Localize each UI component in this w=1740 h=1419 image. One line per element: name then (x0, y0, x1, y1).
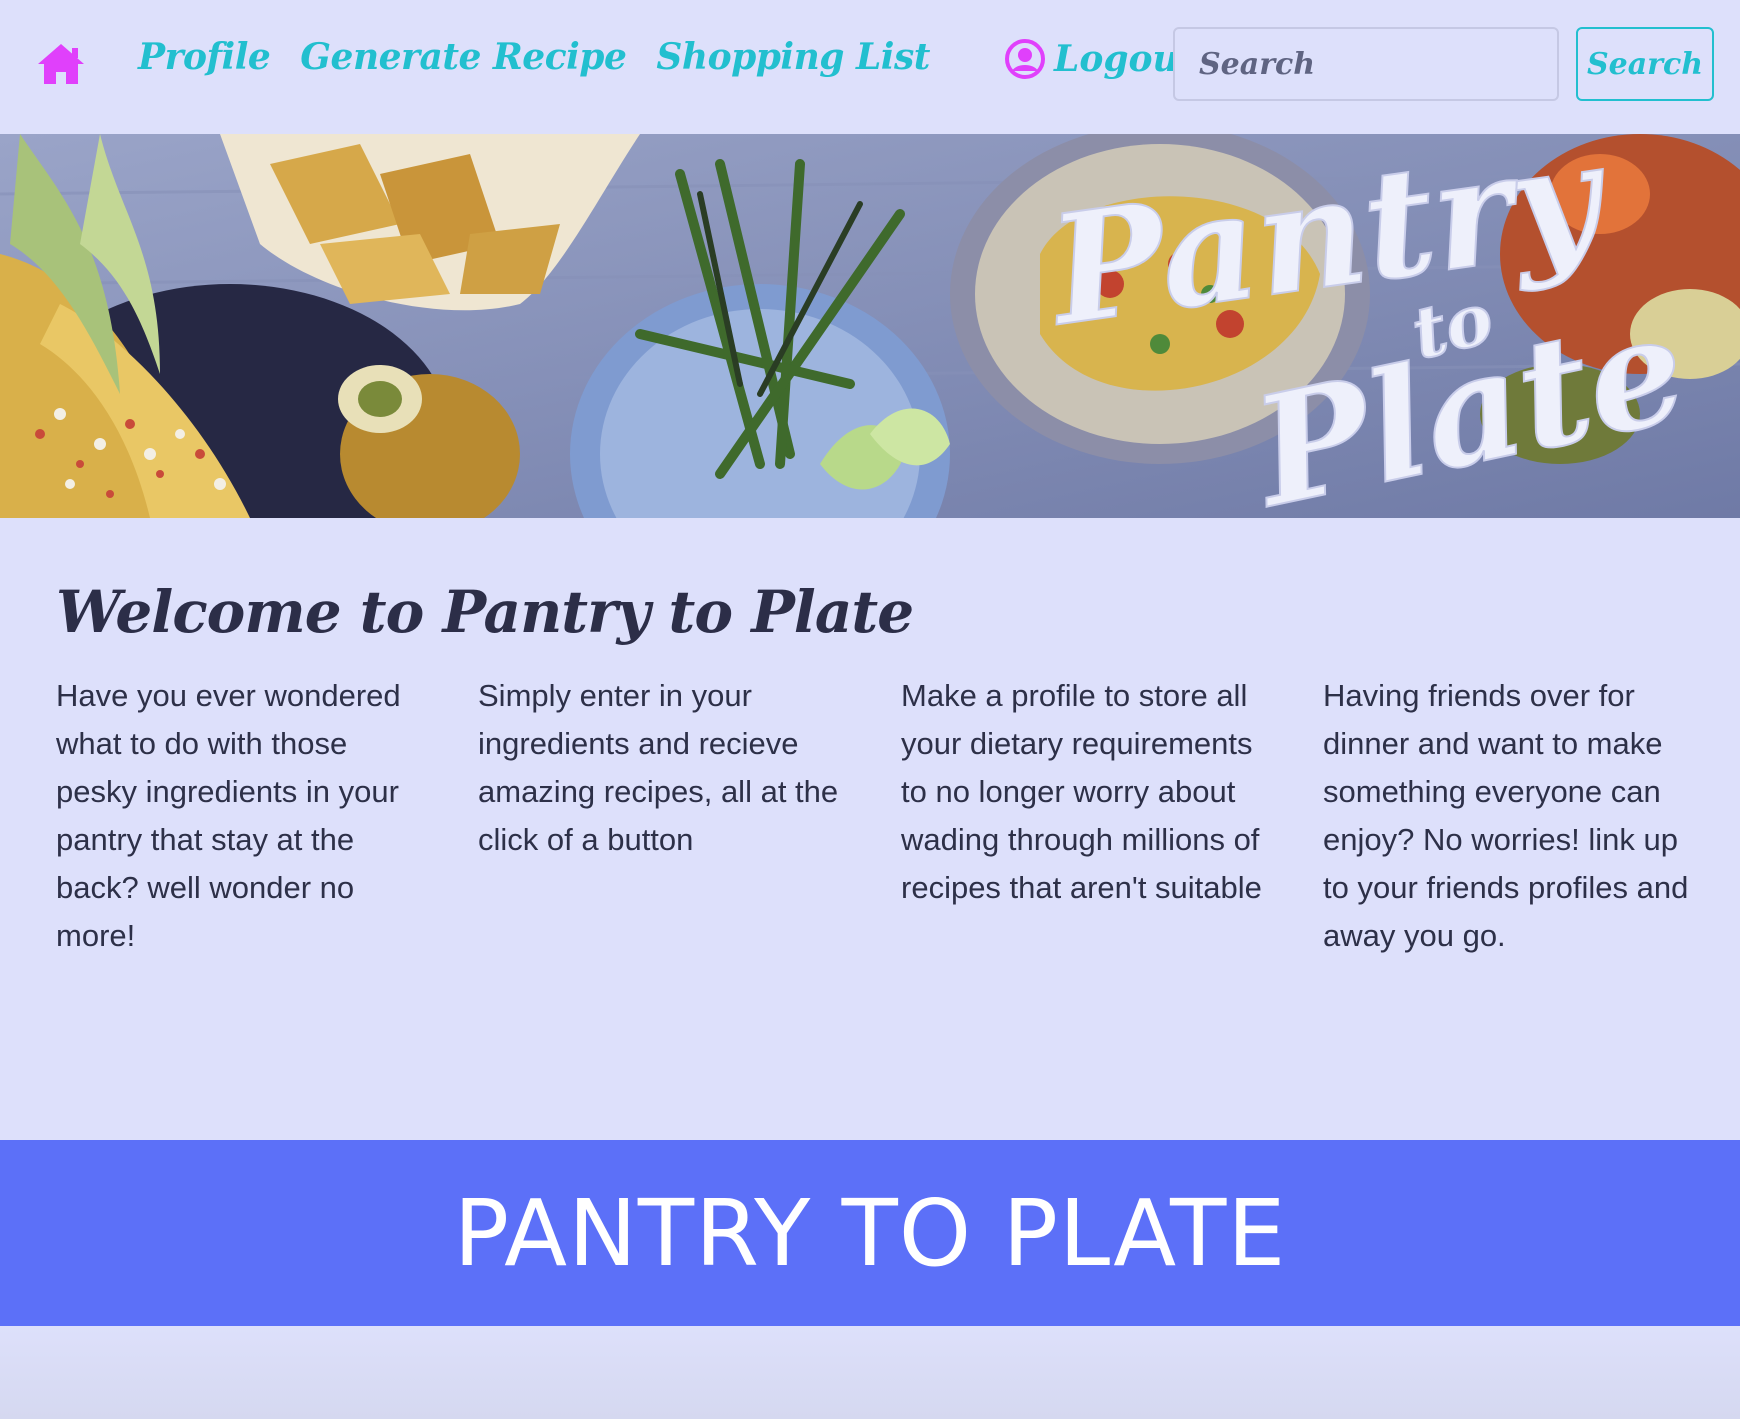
hero-image: Pantry to Plate (0, 134, 1740, 518)
footer-banner: PANTRY TO PLATE (0, 1140, 1740, 1326)
feature-text-4: Having friends over for dinner and want … (1323, 678, 1689, 953)
hero-banner: Pantry to Plate (0, 134, 1740, 518)
nav-link-profile[interactable]: Profile (138, 36, 271, 78)
search-button[interactable]: Search (1576, 27, 1714, 101)
nav-links: Profile Generate Recipe Shopping List (138, 36, 930, 78)
feature-text-1: Have you ever wondered what to do with t… (56, 678, 401, 953)
intro-section: Welcome to Pantry to Plate Have you ever… (0, 518, 1740, 1140)
feature-text-2: Simply enter in your ingredients and rec… (478, 678, 839, 857)
home-icon (38, 44, 84, 84)
search-input[interactable] (1173, 27, 1559, 101)
footer-title: PANTRY TO PLATE (453, 1179, 1287, 1287)
page-bottom (0, 1326, 1740, 1419)
navbar: Profile Generate Recipe Shopping List Lo… (0, 0, 1740, 134)
page-title: Welcome to Pantry to Plate (56, 578, 914, 646)
feature-text-3: Make a profile to store all your dietary… (901, 678, 1262, 905)
logout-link[interactable]: Logout (1004, 38, 1195, 80)
home-link[interactable] (36, 42, 86, 86)
nav-link-generate-recipe[interactable]: Generate Recipe (300, 36, 627, 78)
user-circle-icon (1005, 39, 1045, 79)
nav-link-shopping-list[interactable]: Shopping List (656, 36, 930, 78)
